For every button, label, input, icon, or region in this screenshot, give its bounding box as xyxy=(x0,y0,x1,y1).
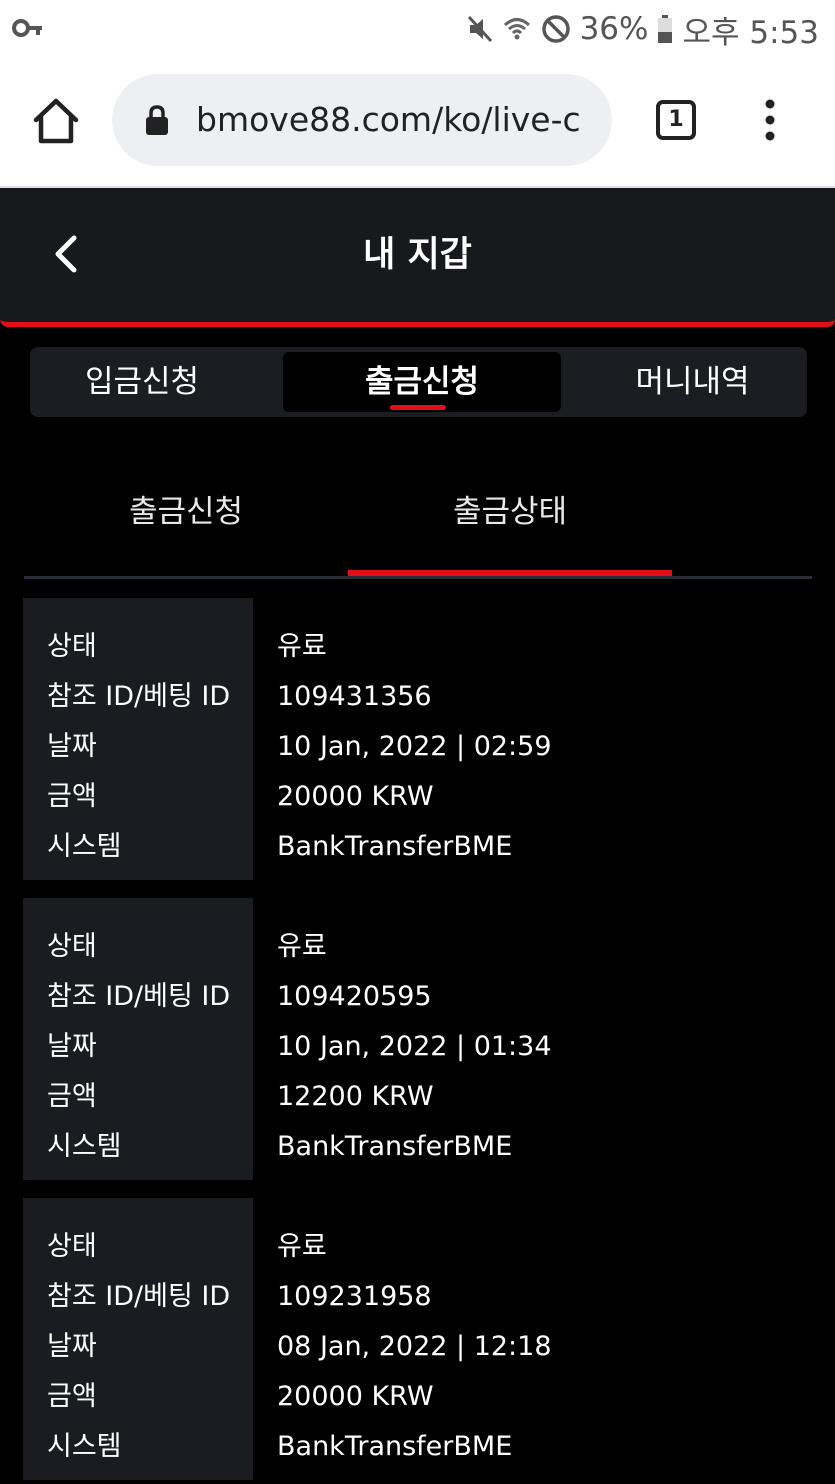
withdrawal-record: 상태 참조 ID/베팅 ID 날짜 금액 시스템 유료 109420595 10… xyxy=(23,898,812,1180)
label-status: 상태 xyxy=(47,631,97,662)
value-amount: 20000 KRW xyxy=(277,781,434,812)
label-system: 시스템 xyxy=(47,1131,122,1162)
withdrawal-record: 상태 참조 ID/베팅 ID 날짜 금액 시스템 유료 109231958 08… xyxy=(23,1198,812,1480)
active-tab-indicator xyxy=(390,405,446,410)
value-date: 08 Jan, 2022 | 12:18 xyxy=(277,1331,552,1362)
subtab-withdrawal-status[interactable]: 출금상태 xyxy=(348,474,672,550)
tab-deposit-request[interactable]: 입금신청 xyxy=(30,347,254,417)
label-amount: 금액 xyxy=(47,781,97,812)
tab-withdrawal-label: 출금신청 xyxy=(364,364,480,400)
page-title: 내 지갑 xyxy=(363,235,472,275)
label-date: 날짜 xyxy=(47,1031,97,1062)
address-bar[interactable]: bmove88.com/ko/live-c xyxy=(112,74,612,166)
label-reference-id: 참조 ID/베팅 ID xyxy=(47,981,231,1012)
tab-switcher-button[interactable]: 1 xyxy=(656,100,696,140)
label-status: 상태 xyxy=(47,931,97,962)
value-reference-id: 109420595 xyxy=(277,981,432,1012)
value-system: BankTransferBME xyxy=(277,831,513,862)
withdrawal-record: 상태 참조 ID/베팅 ID 날짜 금액 시스템 유료 109431356 10… xyxy=(23,598,812,880)
mute-icon xyxy=(467,15,492,43)
subtab-divider xyxy=(24,576,812,579)
label-date: 날짜 xyxy=(47,731,97,762)
value-system: BankTransferBME xyxy=(277,1431,513,1462)
value-status: 유료 xyxy=(277,931,327,962)
value-date: 10 Jan, 2022 | 02:59 xyxy=(277,731,552,762)
clock: 오후 5:53 xyxy=(682,14,819,51)
value-amount: 20000 KRW xyxy=(277,1381,434,1412)
value-reference-id: 109431356 xyxy=(277,681,432,712)
label-system: 시스템 xyxy=(47,831,122,862)
wifi-icon xyxy=(503,18,530,40)
active-subtab-indicator xyxy=(348,570,672,576)
tab-withdrawal-request[interactable]: 출금신청 xyxy=(283,352,561,412)
label-amount: 금액 xyxy=(47,1381,97,1412)
subtab-withdrawal-request[interactable]: 출금신청 xyxy=(24,474,348,550)
label-reference-id: 참조 ID/베팅 ID xyxy=(47,681,231,712)
more-menu-icon[interactable] xyxy=(756,98,784,142)
main-tab-bar: 입금신청 출금신청 머니내역 xyxy=(30,347,807,417)
label-system: 시스템 xyxy=(47,1431,122,1462)
status-bar: 36% 오후 5:53 xyxy=(0,0,835,58)
label-amount: 금액 xyxy=(47,1081,97,1112)
label-status: 상태 xyxy=(47,1231,97,1262)
value-amount: 12200 KRW xyxy=(277,1081,434,1112)
back-arrow-icon[interactable] xyxy=(46,232,86,276)
home-icon[interactable] xyxy=(30,96,82,146)
key-icon xyxy=(12,19,42,37)
value-system: BankTransferBME xyxy=(277,1131,513,1162)
lock-icon xyxy=(146,105,168,135)
label-date: 날짜 xyxy=(47,1331,97,1362)
value-status: 유료 xyxy=(277,1231,327,1262)
url-text[interactable]: bmove88.com/ko/live-c xyxy=(196,74,592,166)
label-reference-id: 참조 ID/베팅 ID xyxy=(47,1281,231,1312)
value-status: 유료 xyxy=(277,631,327,662)
app-header: 내 지갑 xyxy=(0,188,835,327)
value-date: 10 Jan, 2022 | 01:34 xyxy=(277,1031,552,1062)
value-reference-id: 109231958 xyxy=(277,1281,432,1312)
tab-money-history[interactable]: 머니내역 xyxy=(578,347,807,417)
battery-percent: 36% xyxy=(579,11,649,47)
do-not-disturb-icon xyxy=(541,15,570,43)
battery-icon xyxy=(658,15,673,43)
browser-toolbar: bmove88.com/ko/live-c 1 xyxy=(0,58,835,188)
